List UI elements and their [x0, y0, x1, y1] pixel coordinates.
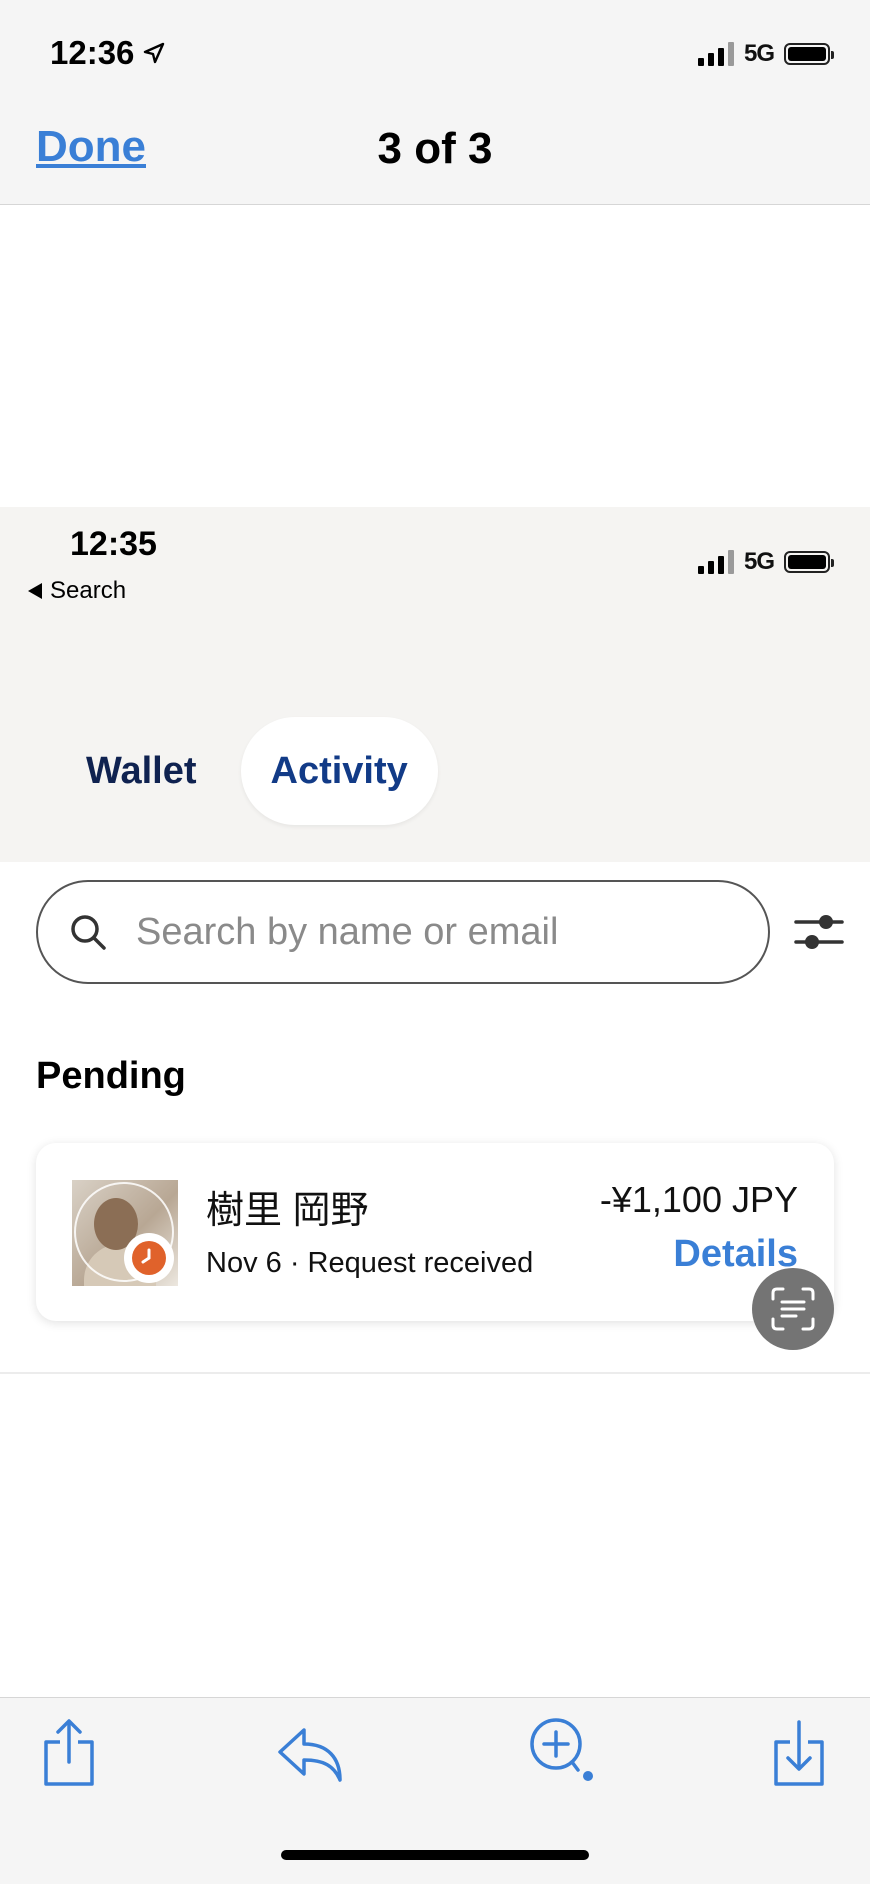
network-type: 5G	[743, 548, 775, 575]
zoom-icon	[530, 1718, 593, 1781]
search-icon	[71, 915, 106, 950]
download-icon	[774, 1720, 824, 1786]
markup-zoom-button[interactable]	[526, 1718, 598, 1787]
contact-name: 樹里 岡野	[206, 1190, 369, 1232]
list-divider	[0, 1372, 870, 1374]
share-button[interactable]	[40, 1718, 98, 1793]
pending-clock-badge	[124, 1233, 174, 1283]
live-text-button[interactable]	[752, 1268, 834, 1350]
back-label: Search	[50, 577, 127, 604]
filter-sliders-icon	[794, 915, 844, 949]
clock-icon	[141, 1248, 151, 1264]
app-status-time: 12:35	[70, 525, 157, 563]
search-input[interactable]	[134, 909, 698, 955]
tab-activity[interactable]: Activity	[240, 717, 438, 825]
location-arrow-icon	[144, 42, 165, 64]
live-text-scan-icon	[771, 1287, 815, 1331]
cellular-signal-icon	[697, 550, 734, 574]
home-indicator	[281, 1850, 589, 1860]
tab-bar: Wallet Activity	[56, 717, 438, 825]
image-counter: 3 of 3	[377, 124, 493, 173]
filter-button[interactable]	[794, 908, 844, 961]
reply-icon	[278, 1728, 342, 1782]
battery-icon	[784, 43, 834, 65]
back-to-search-link[interactable]: Search	[28, 577, 126, 605]
transaction-amount: -¥1,100 JPY	[599, 1179, 798, 1220]
back-triangle-icon	[28, 583, 42, 599]
cellular-signal-icon	[697, 42, 734, 66]
reply-button[interactable]	[276, 1722, 346, 1789]
network-type: 5G	[743, 40, 775, 67]
battery-icon	[784, 551, 834, 573]
status-time-text: 12:36	[50, 34, 135, 71]
app-status-indicators: 5G	[697, 548, 834, 576]
section-title-pending: Pending	[36, 1055, 186, 1097]
save-button[interactable]	[770, 1718, 828, 1793]
viewer-top-bar	[0, 0, 870, 205]
tab-wallet[interactable]: Wallet	[56, 717, 227, 825]
transaction-subtitle: Nov 6 · Request received	[206, 1247, 534, 1279]
share-icon	[44, 1719, 94, 1786]
status-bar-time: 12:36	[50, 34, 166, 72]
transaction-card[interactable]: 樹里 岡野 Nov 6 · Request received -¥1,100 J…	[36, 1143, 834, 1321]
status-bar-indicators: 5G	[697, 40, 834, 68]
search-field[interactable]	[36, 880, 770, 984]
